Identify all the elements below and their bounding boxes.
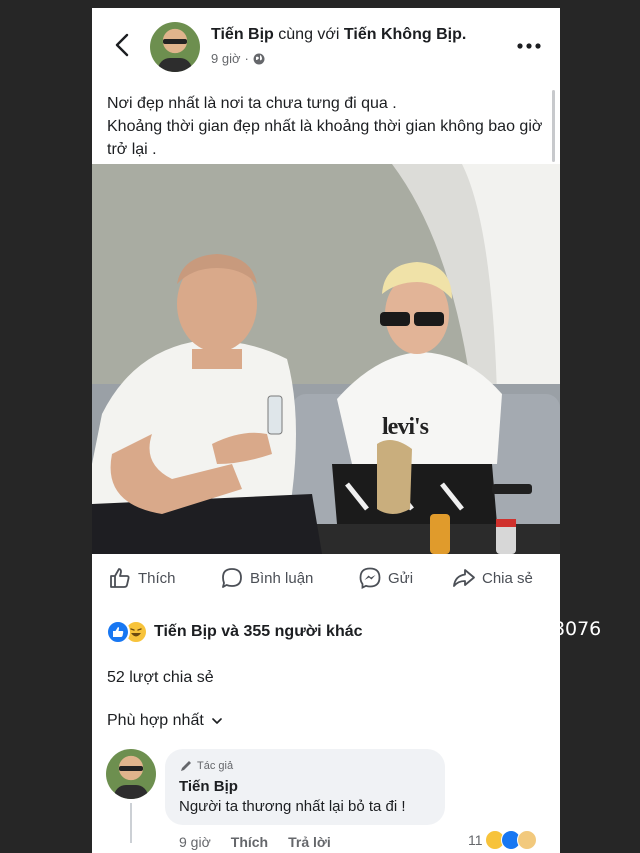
comment-time[interactable]: 9 giờ — [179, 834, 211, 850]
reactions-summary[interactable]: Tiến Bịp và 355 người khác — [106, 620, 363, 644]
send-button[interactable]: Gửi — [358, 566, 413, 590]
post-line-1: Nơi đẹp nhất là nơi ta chưa tưng đi qua … — [107, 95, 397, 112]
sad-mini-icon — [516, 830, 537, 850]
post-line-2: Khoảng thời gian đẹp nhất là khoảng thời… — [107, 118, 543, 158]
comment-meta: 9 giờ Thích Trả lời — [179, 834, 331, 850]
comment-button[interactable]: Bình luận — [220, 566, 313, 590]
thumbs-up-icon — [110, 568, 130, 588]
commenter-avatar[interactable] — [106, 749, 156, 799]
post-actions: Thích Bình luận Gửi Chia sẻ — [92, 562, 560, 596]
shirt-logo-text: levi's — [382, 414, 429, 440]
comment-bubble[interactable]: Tác giả Tiến Bịp Người ta thương nhất lạ… — [165, 749, 445, 825]
send-label: Gửi — [388, 569, 414, 587]
post-card: Tiến Bịp cùng với Tiến Không Bịp. 9 giờ … — [92, 8, 560, 853]
more-options-icon[interactable] — [516, 41, 542, 51]
author-name[interactable]: Tiến Bịp — [211, 26, 274, 43]
sort-label: Phù hợp nhất — [107, 712, 204, 729]
messenger-icon — [359, 567, 381, 589]
post-title: Tiến Bịp cùng với Tiến Không Bịp. — [211, 26, 466, 44]
author-badge: Tác giả — [179, 759, 233, 773]
post-meta: 9 giờ · — [211, 51, 265, 66]
chevron-down-icon — [211, 718, 222, 724]
comment-sort-dropdown[interactable]: Phù hợp nhất — [107, 712, 222, 730]
tiktok-watermark: @tiktok18076 — [468, 618, 601, 640]
comment-text: Người ta thương nhất lại bỏ ta đi ! — [179, 798, 406, 815]
pencil-icon — [181, 761, 191, 771]
share-label: Chia sẻ — [482, 569, 533, 587]
author-badge-label: Tác giả — [197, 760, 234, 772]
post-body: Nơi đẹp nhất là nơi ta chưa tưng đi qua … — [107, 92, 547, 161]
share-arrow-icon — [453, 569, 475, 587]
post-image[interactable]: levi's — [92, 164, 560, 554]
reactions-text: Tiến Bịp và 355 người khác — [154, 623, 363, 640]
thread-line — [130, 803, 132, 843]
post-time[interactable]: 9 giờ — [211, 51, 241, 66]
like-label: Thích — [138, 569, 176, 587]
tagged-name[interactable]: Tiến Không Bịp. — [344, 26, 466, 43]
watermark-prefix: @tiktok — [468, 618, 541, 640]
back-arrow-icon[interactable] — [110, 32, 136, 58]
globe-icon — [253, 53, 265, 64]
watermark-suffix: 18076 — [540, 618, 602, 640]
comment-icon — [222, 568, 242, 588]
author-avatar[interactable] — [150, 22, 200, 72]
comment-label: Bình luận — [250, 569, 314, 587]
with-text: cùng với — [278, 26, 340, 43]
photo-illustration — [92, 164, 560, 554]
like-reaction-icon — [106, 620, 130, 644]
post-header: Tiến Bịp cùng với Tiến Không Bịp. 9 giờ … — [92, 8, 560, 88]
like-button[interactable]: Thích — [108, 566, 176, 590]
comment-like-link[interactable]: Thích — [231, 834, 268, 850]
comment-reactions[interactable]: 11 — [468, 830, 537, 850]
comment-author[interactable]: Tiến Bịp — [179, 778, 238, 795]
comment-reaction-count: 11 — [468, 832, 483, 848]
share-button[interactable]: Chia sẻ — [452, 566, 533, 590]
scrollbar[interactable] — [552, 90, 555, 162]
share-count[interactable]: 52 lượt chia sẻ — [107, 669, 214, 687]
comment-reply-link[interactable]: Trả lời — [288, 834, 331, 850]
